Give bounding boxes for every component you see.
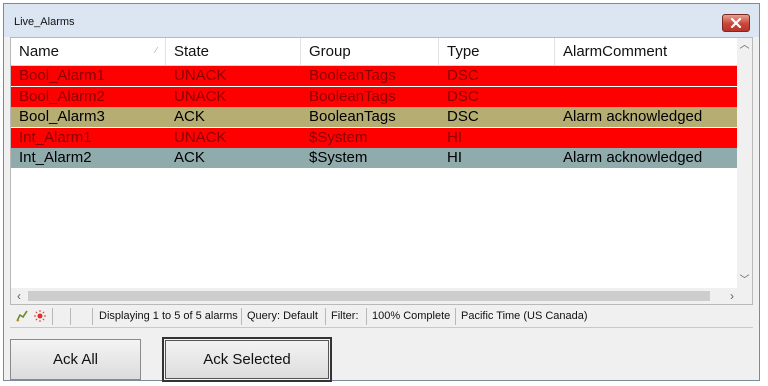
alarm-cell-name: Int_Alarm1 [19, 128, 92, 146]
alarm-cell-state: UNACK [174, 128, 227, 146]
scroll-down-icon[interactable]: ﹀ [737, 273, 752, 289]
alarm-cell-comment [555, 87, 739, 107]
alarm-cell-comment: Alarm acknowledged [563, 149, 703, 167]
alarm-cell-name: Bool_Alarm2 [19, 87, 105, 105]
status-timezone: Pacific Time (US Canada) [461, 310, 588, 322]
sort-ascending-icon: ⁄ [155, 46, 157, 55]
alarm-row[interactable]: Bool_Alarm1 UNACK BooleanTags DSC [11, 66, 739, 86]
status-divider [92, 308, 93, 325]
alarm-cell-group: $System [309, 128, 368, 146]
alarm-cell-type: DSC [447, 87, 479, 105]
status-bar: Displaying 1 to 5 of 5 alarms Query: Def… [10, 305, 753, 328]
status-progress: 100% Complete [372, 310, 451, 322]
close-button[interactable] [722, 14, 750, 32]
status-divider [455, 308, 456, 325]
title-bar: Live_Alarms [4, 4, 759, 37]
status-divider [325, 308, 326, 325]
alarm-row[interactable]: Int_Alarm1 UNACK $System HI [11, 127, 739, 148]
live-alarms-window: Live_Alarms Name ⁄ State Group Type Alar… [3, 3, 760, 382]
alarm-cell-group: BooleanTags [309, 108, 396, 126]
alarm-cell-name: Int_Alarm2 [19, 149, 92, 167]
alarm-cell-comment: Alarm acknowledged [563, 108, 703, 126]
page-margin [760, 0, 768, 386]
alarm-cell-type: DSC [447, 67, 479, 84]
column-header-label: State [174, 43, 210, 60]
column-header-type[interactable]: Type [439, 38, 555, 65]
alarm-cell-group: BooleanTags [309, 67, 396, 84]
status-query: Query: Default [247, 310, 318, 322]
alarm-cell-state: ACK [174, 108, 205, 126]
column-header-label: Name [19, 43, 60, 60]
alarm-row[interactable]: Bool_Alarm2 UNACK BooleanTags DSC [11, 86, 739, 107]
alarm-cell-type: DSC [447, 108, 479, 126]
alarm-cell-state: UNACK [174, 67, 227, 84]
alarm-row[interactable]: Int_Alarm2 ACK $System HI Alarm acknowledged [11, 148, 739, 169]
alarm-cell-name: Bool_Alarm3 [19, 108, 105, 126]
column-header-group[interactable]: Group [301, 38, 439, 65]
scroll-right-icon[interactable]: › [724, 288, 740, 304]
alarm-cell-group: BooleanTags [309, 87, 396, 105]
alarm-cell-type: HI [447, 149, 462, 167]
column-header-label: Type [447, 43, 480, 60]
status-divider [52, 308, 53, 325]
status-displaying: Displaying 1 to 5 of 5 alarms [99, 310, 238, 322]
pen-icon[interactable] [14, 308, 30, 324]
alarm-cell-group: $System [309, 149, 368, 167]
alarm-cell-comment [555, 128, 739, 148]
ack-selected-button[interactable]: Ack Selected [162, 337, 332, 382]
status-divider [241, 308, 242, 325]
status-divider [366, 308, 367, 325]
status-divider [70, 308, 71, 325]
ack-all-button[interactable]: Ack All [10, 339, 141, 380]
column-header-alarmcomment[interactable]: AlarmComment [555, 38, 739, 65]
column-header-state[interactable]: State [166, 38, 301, 65]
alarm-cell-type: HI [447, 128, 462, 146]
alarm-cell-state: ACK [174, 149, 205, 167]
scrollbar-thumb[interactable] [28, 291, 710, 301]
horizontal-scrollbar[interactable]: ‹ › [11, 288, 752, 304]
alarm-cell-name: Bool_Alarm1 [19, 67, 105, 84]
alarm-row[interactable]: Bool_Alarm3 ACK BooleanTags DSC Alarm acknow… [11, 107, 739, 128]
vertical-scrollbar[interactable]: ︿ ﹀ [737, 38, 752, 289]
column-header-label: AlarmComment [563, 43, 668, 60]
column-header-label: Group [309, 43, 351, 60]
alarm-cell-comment [555, 66, 739, 86]
grid-header: Name ⁄ State Group Type AlarmComment [11, 38, 739, 66]
window-title: Live_Alarms [14, 16, 75, 28]
alarm-grid[interactable]: Name ⁄ State Group Type AlarmComment Boo… [10, 37, 753, 305]
status-filter: Filter: [331, 310, 359, 322]
close-icon [730, 18, 742, 28]
scroll-up-icon[interactable]: ︿ [737, 38, 752, 54]
scroll-left-icon[interactable]: ‹ [11, 288, 27, 304]
alarm-cell-state: UNACK [174, 87, 227, 105]
alarm-indicator-icon[interactable] [32, 308, 48, 324]
column-header-name[interactable]: Name ⁄ [11, 38, 166, 65]
